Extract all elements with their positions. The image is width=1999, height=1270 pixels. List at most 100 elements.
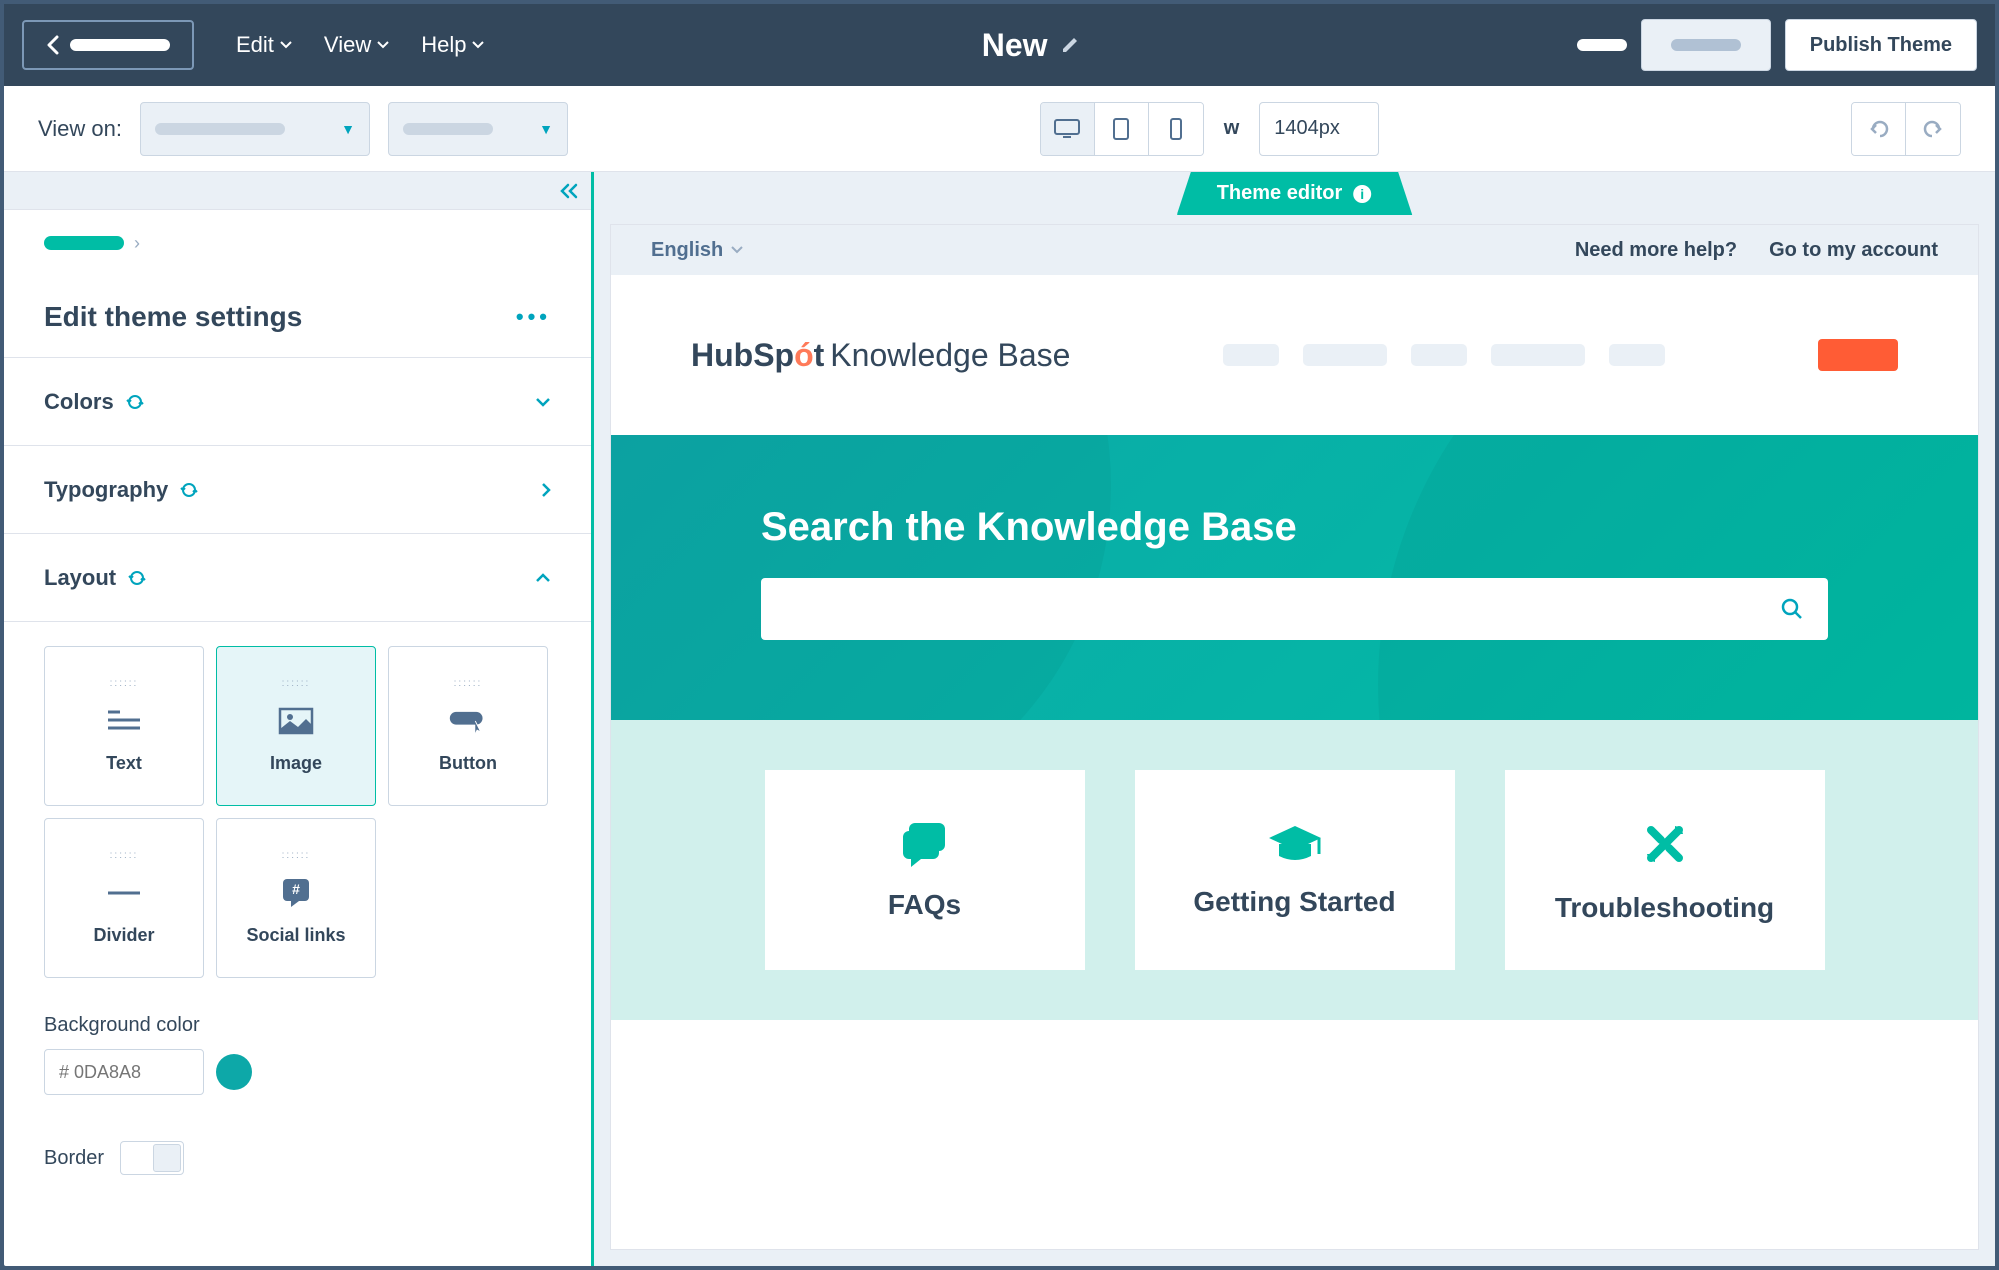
publish-button[interactable]: Publish Theme bbox=[1785, 19, 1977, 71]
border-toggle[interactable] bbox=[120, 1141, 184, 1175]
sidebar-collapse-bar bbox=[4, 172, 591, 210]
menu-edit[interactable]: Edit bbox=[236, 32, 292, 58]
chevron-right-icon bbox=[541, 482, 551, 498]
preview-pane: Theme editor i English Need more help? G… bbox=[594, 172, 1995, 1266]
nav-placeholder[interactable] bbox=[1223, 344, 1279, 366]
info-icon: i bbox=[1352, 184, 1372, 204]
panel-title: Edit theme settings bbox=[44, 301, 302, 333]
undo-button[interactable] bbox=[1852, 103, 1906, 155]
account-link[interactable]: Go to my account bbox=[1769, 239, 1938, 262]
sub-toolbar: View on: ▼ ▼ w bbox=[4, 86, 1995, 172]
help-link[interactable]: Need more help? bbox=[1575, 239, 1737, 262]
status-placeholder bbox=[1577, 39, 1627, 51]
view-on-select-1[interactable]: ▼ bbox=[140, 102, 370, 156]
content-area: › Edit theme settings ••• Colors Typogra… bbox=[4, 172, 1995, 1266]
topbar-actions: Publish Theme bbox=[1577, 19, 1977, 71]
kb-hero-title: Search the Knowledge Base bbox=[761, 505, 1828, 550]
menu-bar: Edit View Help bbox=[236, 32, 484, 58]
social-icon: # bbox=[276, 873, 316, 913]
chevron-down-icon bbox=[377, 41, 389, 49]
theme-tab-row: Theme editor i bbox=[594, 172, 1995, 224]
width-input[interactable] bbox=[1259, 102, 1379, 156]
accordion-layout[interactable]: Layout bbox=[4, 534, 591, 622]
kb-cta-button[interactable] bbox=[1818, 339, 1898, 371]
graduation-cap-icon bbox=[1265, 822, 1325, 866]
kb-nav bbox=[1223, 344, 1665, 366]
sidebar: › Edit theme settings ••• Colors Typogra… bbox=[4, 172, 594, 1266]
chevron-up-icon bbox=[535, 573, 551, 583]
app-window: Edit View Help New Publish Theme View on… bbox=[0, 0, 1999, 1270]
layout-panel: :::::: Text :::::: Image :::::: Button bbox=[4, 622, 591, 1266]
breadcrumb: › bbox=[4, 210, 591, 276]
tile-divider[interactable]: :::::: Divider bbox=[44, 818, 204, 978]
kb-logo[interactable]: HubSpót Knowledge Base bbox=[691, 337, 1070, 374]
module-grid: :::::: Text :::::: Image :::::: Button bbox=[44, 646, 551, 978]
back-button[interactable] bbox=[22, 20, 194, 70]
tools-icon bbox=[1637, 816, 1693, 872]
kb-header: HubSpót Knowledge Base bbox=[611, 275, 1978, 435]
chevron-left-icon bbox=[46, 35, 60, 55]
page-title: New bbox=[982, 27, 1048, 64]
accordion-colors[interactable]: Colors bbox=[4, 358, 591, 446]
tile-image[interactable]: :::::: Image bbox=[216, 646, 376, 806]
image-icon bbox=[276, 701, 316, 741]
svg-text:i: i bbox=[1360, 186, 1364, 202]
refresh-icon bbox=[128, 569, 146, 587]
back-label-placeholder bbox=[70, 39, 170, 51]
history-group bbox=[1851, 102, 1961, 156]
kb-hero: Search the Knowledge Base bbox=[611, 435, 1978, 720]
accordion-typography[interactable]: Typography bbox=[4, 446, 591, 534]
menu-help[interactable]: Help bbox=[421, 32, 484, 58]
topbar-title-area: New bbox=[508, 27, 1552, 64]
preview-canvas: English Need more help? Go to my account… bbox=[610, 224, 1979, 1250]
search-icon bbox=[1780, 597, 1804, 621]
topbar: Edit View Help New Publish Theme bbox=[4, 4, 1995, 86]
refresh-icon bbox=[126, 393, 144, 411]
kb-utility-bar: English Need more help? Go to my account bbox=[611, 225, 1978, 275]
view-on-label: View on: bbox=[38, 116, 122, 142]
nav-placeholder[interactable] bbox=[1411, 344, 1467, 366]
redo-button[interactable] bbox=[1906, 103, 1960, 155]
chevron-right-icon: › bbox=[134, 233, 140, 254]
refresh-icon bbox=[180, 481, 198, 499]
device-tablet-button[interactable] bbox=[1095, 103, 1149, 155]
tile-social-links[interactable]: :::::: # Social links bbox=[216, 818, 376, 978]
theme-editor-tab[interactable]: Theme editor i bbox=[1177, 172, 1413, 215]
chevron-down-icon bbox=[535, 397, 551, 407]
more-menu-icon[interactable]: ••• bbox=[516, 304, 551, 330]
color-swatch[interactable] bbox=[216, 1054, 252, 1090]
chevron-down-icon bbox=[472, 41, 484, 49]
breadcrumb-item[interactable] bbox=[44, 236, 124, 250]
chevron-down-icon bbox=[731, 246, 743, 254]
nav-placeholder[interactable] bbox=[1609, 344, 1665, 366]
view-on-select-2[interactable]: ▼ bbox=[388, 102, 568, 156]
device-toggle-group bbox=[1040, 102, 1204, 156]
bg-color-field: Background color bbox=[44, 1014, 551, 1095]
bg-color-input[interactable] bbox=[44, 1049, 204, 1095]
kb-card-getting-started[interactable]: Getting Started bbox=[1135, 770, 1455, 970]
language-selector[interactable]: English bbox=[651, 239, 743, 262]
panel-header: Edit theme settings ••• bbox=[4, 276, 591, 358]
chat-icon bbox=[897, 819, 953, 869]
menu-view[interactable]: View bbox=[324, 32, 389, 58]
device-desktop-button[interactable] bbox=[1041, 103, 1095, 155]
divider-icon bbox=[104, 873, 144, 913]
kb-categories: FAQs Getting Started Troubleshooting bbox=[611, 720, 1978, 1020]
nav-placeholder[interactable] bbox=[1491, 344, 1585, 366]
tile-button[interactable]: :::::: Button bbox=[388, 646, 548, 806]
tile-text[interactable]: :::::: Text bbox=[44, 646, 204, 806]
chevron-down-icon bbox=[280, 41, 292, 49]
collapse-icon[interactable] bbox=[559, 183, 579, 199]
text-icon bbox=[104, 701, 144, 741]
button-icon bbox=[448, 701, 488, 741]
border-field: Border bbox=[44, 1141, 551, 1175]
kb-card-faqs[interactable]: FAQs bbox=[765, 770, 1085, 970]
secondary-button[interactable] bbox=[1641, 19, 1771, 71]
device-mobile-button[interactable] bbox=[1149, 103, 1203, 155]
svg-text:#: # bbox=[292, 881, 300, 897]
width-label: w bbox=[1224, 117, 1240, 140]
pencil-icon[interactable] bbox=[1060, 35, 1080, 55]
nav-placeholder[interactable] bbox=[1303, 344, 1387, 366]
kb-card-troubleshooting[interactable]: Troubleshooting bbox=[1505, 770, 1825, 970]
kb-search-input[interactable] bbox=[761, 578, 1828, 640]
